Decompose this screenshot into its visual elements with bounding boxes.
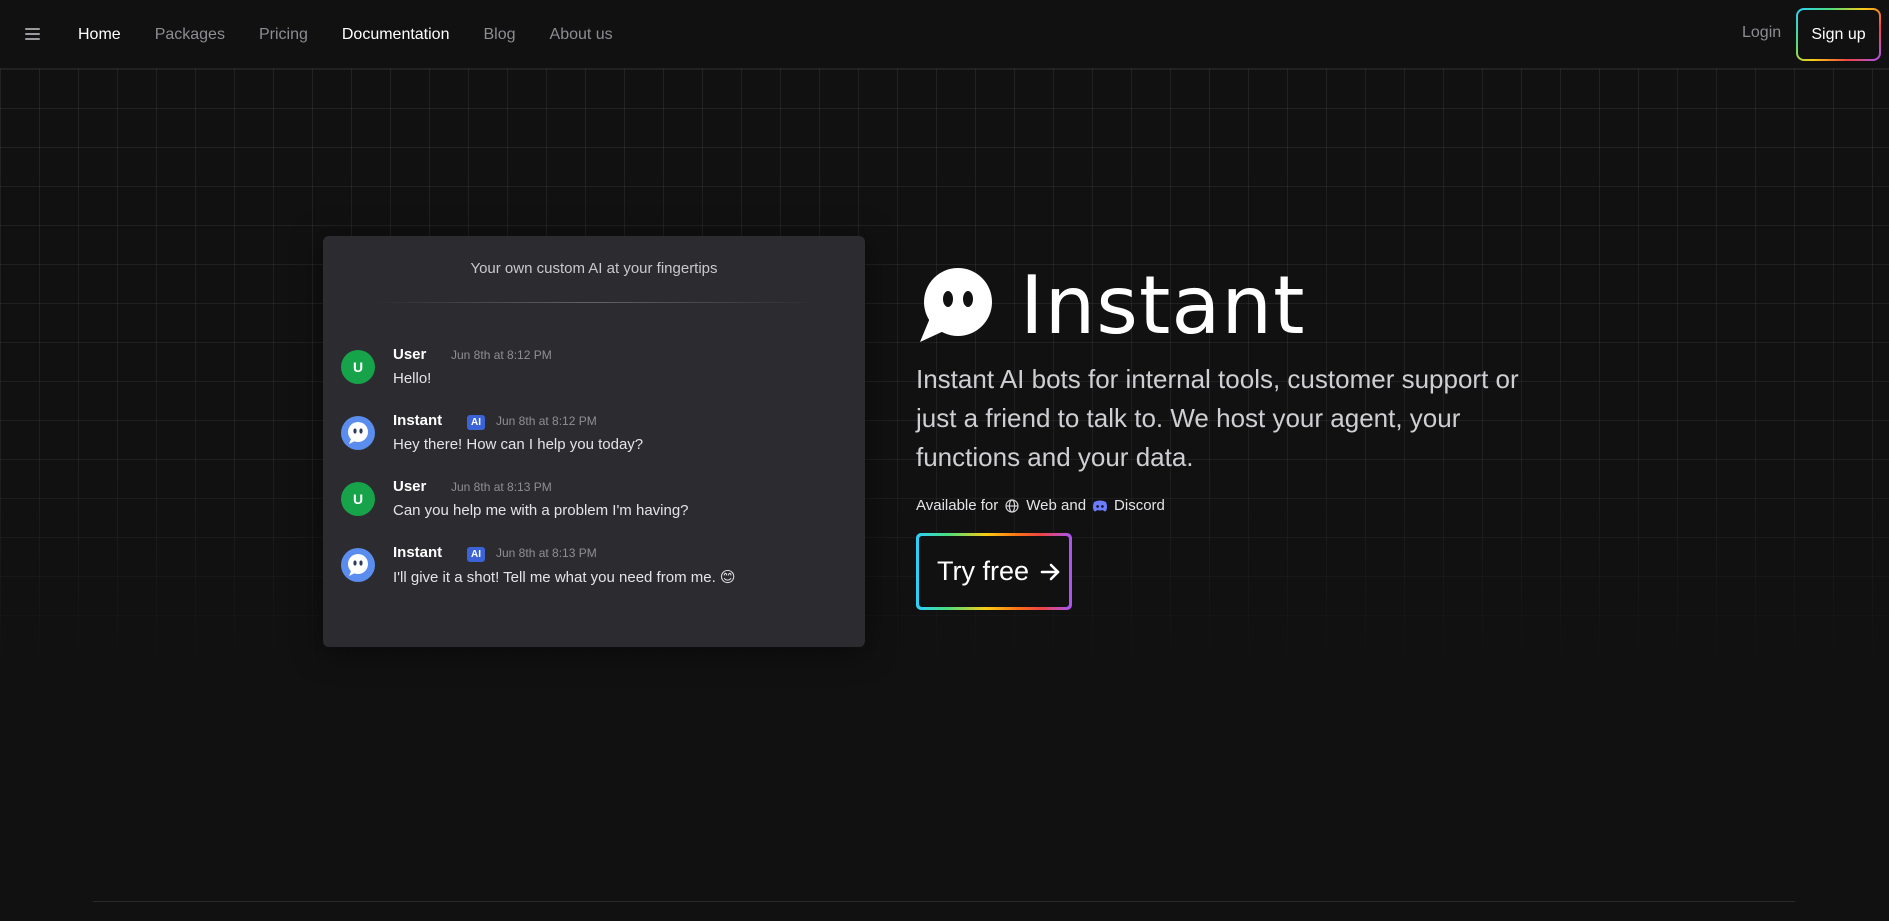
nav-about-us[interactable]: About us [550, 26, 613, 44]
brand-name: Instant [1020, 259, 1306, 352]
ai-badge: AI [467, 547, 485, 562]
chat-message: Instant AI Jun 8th at 8:13 PM I'll give … [341, 544, 841, 600]
nav-home[interactable]: Home [78, 26, 121, 44]
ai-badge: AI [467, 415, 485, 430]
platform-discord: Discord [1114, 497, 1165, 514]
nav-pricing[interactable]: Pricing [259, 26, 308, 44]
message-text: Hey there! How can I help you today? [393, 436, 644, 453]
message-author: User [393, 478, 427, 495]
message-author: Instant [393, 412, 443, 429]
top-navigation: Home Packages Pricing Documentation Blog… [0, 0, 1889, 69]
message-text: I'll give it a shot! Tell me what you ne… [393, 569, 736, 586]
try-free-button[interactable]: Try free [916, 533, 1072, 610]
signup-button-label: Sign up [1798, 10, 1879, 59]
discord-icon [1092, 498, 1108, 514]
nav-documentation[interactable]: Documentation [342, 26, 450, 44]
platform-web: Web and [1026, 497, 1087, 514]
speech-bubble-face-icon [920, 268, 992, 342]
chat-divider [371, 302, 817, 303]
main-nav: Home Packages Pricing Documentation Blog… [78, 0, 647, 69]
message-timestamp: Jun 8th at 8:13 PM [496, 546, 597, 560]
try-free-button-inner: Try free [919, 536, 1069, 607]
chat-message: Instant AI Jun 8th at 8:12 PM Hey there!… [341, 412, 841, 468]
bot-avatar-icon [341, 548, 375, 582]
chat-message: U User Jun 8th at 8:13 PM Can you help m… [341, 478, 841, 534]
message-timestamp: Jun 8th at 8:13 PM [451, 480, 552, 494]
section-divider [93, 901, 1795, 902]
available-prefix: Available for [916, 497, 999, 514]
user-avatar: U [341, 482, 375, 516]
message-author: User [393, 346, 427, 363]
availability-line: Available for Web and Discord [916, 497, 1165, 514]
login-link[interactable]: Login [1742, 24, 1781, 42]
signup-button[interactable]: Sign up [1796, 8, 1881, 61]
chat-preview-card: Your own custom AI at your fingertips U … [323, 236, 865, 647]
message-text: Can you help me with a problem I'm havin… [393, 502, 689, 519]
hamburger-menu-icon[interactable] [25, 24, 45, 44]
nav-blog[interactable]: Blog [483, 26, 515, 44]
message-text: Hello! [393, 370, 432, 387]
chat-message: U User Jun 8th at 8:12 PM Hello! [341, 346, 841, 402]
message-timestamp: Jun 8th at 8:12 PM [496, 414, 597, 428]
globe-icon [1004, 498, 1020, 514]
bot-avatar-icon [341, 416, 375, 450]
nav-packages[interactable]: Packages [155, 26, 225, 44]
hero-tagline: Instant AI bots for internal tools, cust… [916, 364, 1519, 472]
message-timestamp: Jun 8th at 8:12 PM [451, 348, 552, 362]
message-author: Instant [393, 544, 443, 561]
try-free-label: Try free [937, 556, 1030, 586]
arrow-right-icon [1040, 563, 1060, 580]
chat-title: Your own custom AI at your fingertips [470, 260, 718, 277]
brand-logo-lockup: Instant [916, 262, 1305, 350]
user-avatar: U [341, 350, 375, 384]
